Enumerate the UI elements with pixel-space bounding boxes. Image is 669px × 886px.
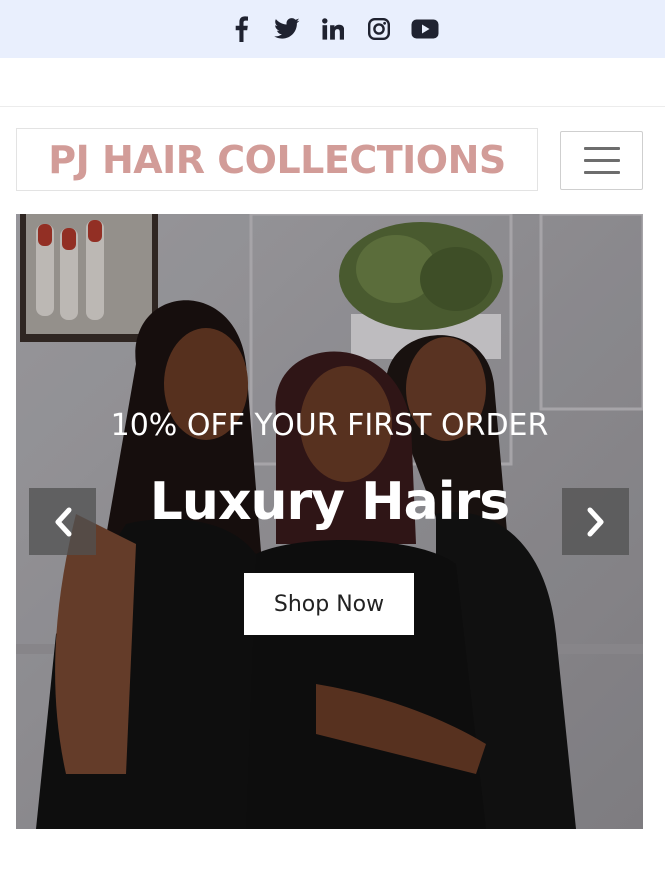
hero-title: Luxury Hairs	[149, 472, 510, 532]
carousel-next-button[interactable]	[562, 488, 629, 555]
chevron-left-icon	[55, 507, 71, 536]
hamburger-icon-bar-bottom	[583, 171, 620, 174]
shop-now-button[interactable]: Shop Now	[244, 573, 414, 635]
hamburger-icon-bar-top	[583, 147, 620, 150]
hero-carousel: 10% OFF YOUR FIRST ORDER Luxury Hairs Sh…	[16, 214, 643, 829]
menu-toggle-button[interactable]	[560, 131, 643, 190]
chevron-right-icon	[587, 507, 603, 536]
youtube-icon[interactable]	[402, 9, 448, 49]
facebook-icon[interactable]	[218, 9, 264, 49]
linkedin-icon[interactable]	[310, 9, 356, 49]
brand-logo[interactable]: PJ HAIR COLLECTIONS	[16, 128, 538, 191]
instagram-icon[interactable]	[356, 9, 402, 49]
brand-name: PJ HAIR COLLECTIONS	[48, 137, 506, 182]
hero-eyebrow: 10% OFF YOUR FIRST ORDER	[110, 408, 549, 443]
twitter-icon[interactable]	[264, 9, 310, 49]
hamburger-icon-bar-middle	[583, 159, 620, 162]
header-divider	[0, 106, 665, 107]
social-bar	[0, 0, 665, 58]
carousel-prev-button[interactable]	[29, 488, 96, 555]
page: PJ HAIR COLLECTIONS 10% OFF YOUR FIRST O…	[0, 0, 669, 886]
